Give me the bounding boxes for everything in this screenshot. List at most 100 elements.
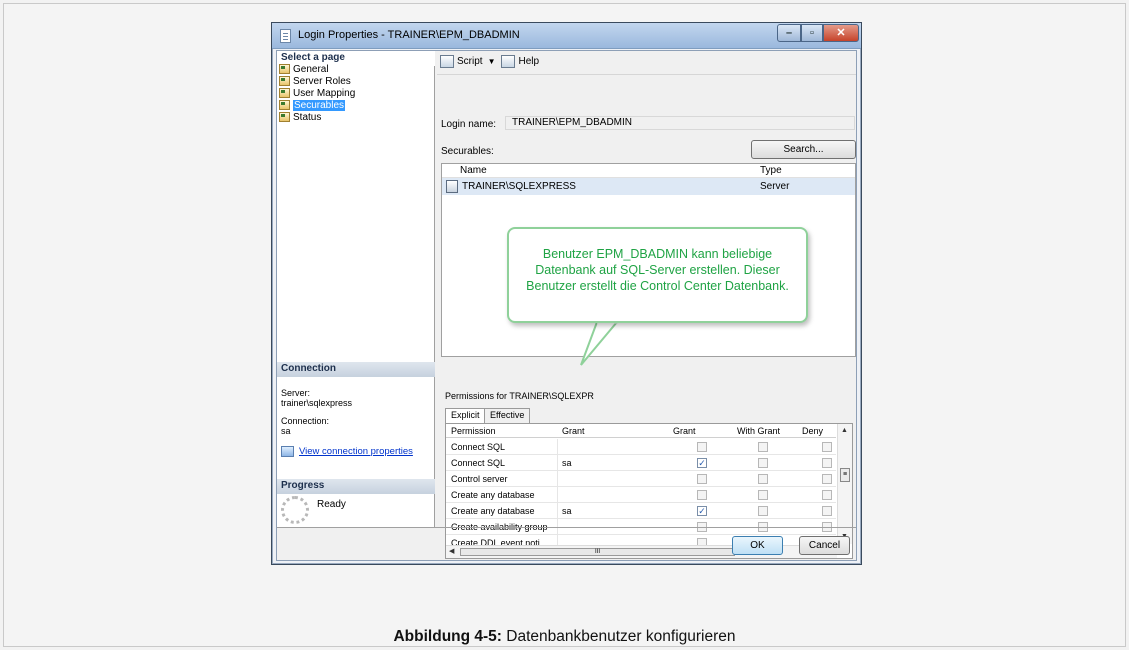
window-title: Login Properties - TRAINER\EPM_DBADMIN: [298, 29, 520, 41]
button-bar-divider: [277, 527, 856, 528]
securable-name: TRAINER\SQLEXPRESS: [462, 181, 576, 192]
page-icon: [279, 76, 290, 86]
horizontal-scroll-thumb[interactable]: III: [460, 548, 735, 556]
permissions-label: Permissions for TRAINER\SQLEXPR: [445, 391, 594, 401]
permission-grantor: sa: [562, 506, 572, 516]
ok-button[interactable]: OK: [732, 536, 783, 555]
grant-checkbox[interactable]: [697, 474, 707, 484]
grant-checkbox[interactable]: ✓: [697, 506, 707, 516]
page-icon: [279, 88, 290, 98]
scroll-thumb[interactable]: ≡: [840, 468, 850, 482]
page-icon: [279, 64, 290, 74]
minimize-button[interactable]: –: [777, 24, 801, 42]
progress-spinner-icon: [281, 496, 309, 524]
login-properties-dialog: Login Properties - TRAINER\EPM_DBADMIN –…: [271, 22, 862, 565]
permission-name: Connect SQL: [451, 442, 506, 452]
toolbar-divider: [437, 74, 856, 75]
caption-prefix: Abbildung 4-5:: [393, 628, 502, 645]
column-divider: [557, 487, 558, 503]
connection-label: Connection:: [281, 416, 330, 426]
help-button[interactable]: Help: [518, 56, 539, 67]
sidebar-item-securables[interactable]: Securables: [279, 99, 355, 111]
column-header-name[interactable]: Name: [460, 165, 487, 176]
title-bar[interactable]: Login Properties - TRAINER\EPM_DBADMIN –…: [272, 23, 861, 49]
securable-type: Server: [760, 181, 790, 192]
permission-name: Create any database: [451, 490, 535, 500]
vertical-scrollbar[interactable]: ▲ ≡ ▼: [837, 424, 852, 544]
sidebar-item-server-roles[interactable]: Server Roles: [279, 75, 355, 87]
deny-checkbox[interactable]: [822, 490, 832, 500]
column-divider: [557, 503, 558, 519]
view-connection-properties-label: View connection properties: [299, 446, 413, 457]
column-header-with-grant[interactable]: With Grant: [737, 426, 780, 436]
with-grant-checkbox[interactable]: [758, 490, 768, 500]
connection-value: sa: [281, 426, 291, 436]
script-button[interactable]: Script: [457, 56, 483, 67]
table-row[interactable]: TRAINER\SQLEXPRESS Server: [442, 178, 855, 195]
column-header-deny[interactable]: Deny: [802, 426, 823, 436]
with-grant-checkbox[interactable]: [758, 458, 768, 468]
grant-checkbox[interactable]: [697, 442, 707, 452]
sidebar-item-user-mapping[interactable]: User Mapping: [279, 87, 355, 99]
table-row[interactable]: Control server: [446, 471, 836, 487]
sidebar-item-general[interactable]: General: [279, 63, 355, 75]
column-header-grantor[interactable]: Grant: [562, 426, 585, 436]
document-icon: [280, 29, 291, 43]
view-connection-properties-link[interactable]: View connection properties: [281, 446, 413, 457]
table-row[interactable]: Connect SQL: [446, 439, 836, 455]
deny-checkbox[interactable]: [822, 458, 832, 468]
progress-status: Ready: [317, 499, 346, 510]
column-header-grant[interactable]: Grant: [673, 426, 696, 436]
column-header-permission[interactable]: Permission: [451, 426, 496, 436]
securables-label: Securables:: [441, 146, 494, 157]
sidebar-item-status[interactable]: Status: [279, 111, 355, 123]
figure-caption: Abbildung 4-5: Datenbankbenutzer konfigu…: [0, 628, 1129, 646]
close-button[interactable]: ✕: [823, 24, 859, 42]
table-row[interactable]: Create any database: [446, 487, 836, 503]
securables-grid-header: Name Type: [442, 164, 855, 178]
caption-text: Datenbankbenutzer konfigurieren: [506, 628, 736, 645]
sidebar-item-label: Server Roles: [293, 75, 351, 87]
cancel-button[interactable]: Cancel: [799, 536, 850, 555]
connection-properties-icon: [281, 446, 294, 457]
server-value: trainer\sqlexpress: [281, 398, 353, 408]
scroll-up-icon[interactable]: ▲: [841, 427, 848, 434]
column-header-type[interactable]: Type: [760, 165, 782, 176]
with-grant-checkbox[interactable]: [758, 506, 768, 516]
login-name-field[interactable]: TRAINER\EPM_DBADMIN: [505, 116, 855, 130]
maximize-button[interactable]: ▫: [801, 24, 823, 42]
permission-name: Connect SQL: [451, 458, 506, 468]
connection-heading: Connection: [277, 362, 435, 377]
search-button[interactable]: Search...: [751, 140, 856, 159]
server-label: Server:: [281, 388, 311, 398]
deny-checkbox[interactable]: [822, 474, 832, 484]
script-icon: [440, 55, 454, 68]
permissions-grid[interactable]: Permission Grant Grant With Grant Deny C…: [445, 423, 853, 559]
with-grant-checkbox[interactable]: [758, 442, 768, 452]
grant-checkbox[interactable]: [697, 490, 707, 500]
table-row[interactable]: Connect SQL sa ✓: [446, 455, 836, 471]
deny-checkbox[interactable]: [822, 506, 832, 516]
deny-checkbox[interactable]: [822, 442, 832, 452]
permission-name: Create any database: [451, 506, 535, 516]
left-pane: Select a page General Server Roles User Ma…: [277, 51, 435, 527]
sidebar-item-label: General: [293, 63, 329, 75]
page-list: General Server Roles User Mapping Securable…: [279, 63, 355, 123]
toolbar: Script ▼ Help: [440, 55, 539, 68]
script-dropdown-arrow-icon[interactable]: ▼: [488, 57, 496, 66]
column-divider: [557, 439, 558, 455]
with-grant-checkbox[interactable]: [758, 474, 768, 484]
connection-info: Server: trainer\sqlexpress Connection: s…: [281, 388, 352, 436]
permissions-grid-header: Permission Grant Grant With Grant Deny: [446, 424, 836, 438]
table-row[interactable]: Create any database sa ✓: [446, 503, 836, 519]
dialog-client-area: Select a page General Server Roles User Ma…: [276, 50, 857, 561]
login-name-label: Login name:: [441, 119, 497, 130]
tab-effective[interactable]: Effective: [484, 408, 531, 423]
permission-name: Control server: [451, 474, 508, 484]
help-icon: [501, 55, 516, 68]
grant-checkbox[interactable]: ✓: [697, 458, 707, 468]
column-divider: [557, 455, 558, 471]
tab-explicit[interactable]: Explicit: [445, 408, 486, 424]
scroll-left-icon[interactable]: ◀: [449, 547, 454, 555]
progress-heading: Progress: [277, 479, 435, 494]
